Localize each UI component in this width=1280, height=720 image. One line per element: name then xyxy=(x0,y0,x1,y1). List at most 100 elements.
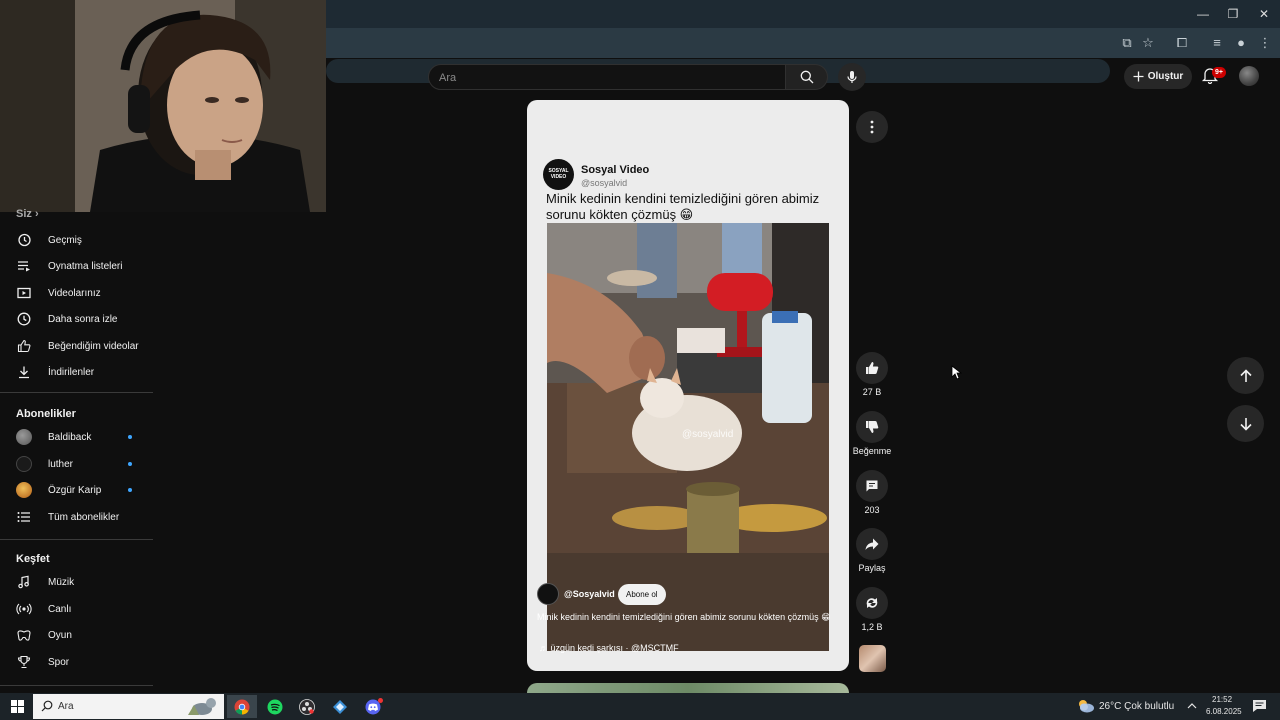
sidebar-item-your-videos[interactable]: Videolarınız xyxy=(0,280,153,306)
webcam-overlay xyxy=(0,0,326,212)
more-vert-icon xyxy=(870,120,874,134)
profile-icon[interactable]: ● xyxy=(1232,34,1250,52)
close-button[interactable]: ✕ xyxy=(1249,4,1279,24)
short-player[interactable]: SOSYAL VIDEO Sosyal Video @sosyalvid Min… xyxy=(527,100,849,671)
install-icon[interactable]: ⧉ xyxy=(1118,34,1136,52)
avatar xyxy=(16,456,32,472)
sidebar-sub-luther[interactable]: luther xyxy=(0,451,153,477)
post-logo: SOSYAL VIDEO xyxy=(543,159,574,190)
post-text: Minik kedinin kendini temizlediğini göre… xyxy=(546,191,820,222)
video-frame[interactable]: @sosyalvid xyxy=(547,223,829,651)
sidebar-item-sports[interactable]: Spor xyxy=(0,649,153,675)
new-content-dot xyxy=(128,435,132,439)
video-music[interactable]: ♬ üzgün kedi şarkısı · @MSCTMF xyxy=(539,643,679,653)
search-icon xyxy=(800,70,813,84)
taskbar-search-input[interactable] xyxy=(58,698,178,715)
chrome-app[interactable] xyxy=(227,695,257,718)
search-button[interactable] xyxy=(786,64,828,90)
subscribe-button[interactable]: Abone ol xyxy=(618,584,666,605)
clock-time[interactable]: 21:52 xyxy=(1212,695,1232,704)
mouse-cursor-icon xyxy=(951,365,962,380)
comment-icon xyxy=(866,480,878,492)
avatar[interactable] xyxy=(1239,66,1259,86)
playlists-icon xyxy=(16,258,32,274)
weather-cloudy-icon xyxy=(1079,700,1094,713)
sidebar-item-liked-videos[interactable]: Beğendiğim videolar xyxy=(0,333,153,359)
sidebar-item-label: Spor xyxy=(48,656,70,668)
search-highlight-icon xyxy=(188,698,216,715)
taskbar-search[interactable] xyxy=(33,694,224,719)
start-button[interactable] xyxy=(2,695,32,718)
restore-button[interactable]: ❐ xyxy=(1218,4,1248,24)
sidebar-item-playlists[interactable]: Oynatma listeleri xyxy=(0,253,153,279)
dislike-label: Beğenme xyxy=(852,446,892,456)
sidebar-item-label: Daha sonra izle xyxy=(48,313,118,325)
dislike-button[interactable] xyxy=(856,411,888,443)
you-section-heading[interactable]: Siz › xyxy=(16,208,39,220)
action-center-icon[interactable] xyxy=(1252,699,1267,713)
obs-app[interactable] xyxy=(292,695,322,718)
sidebar-item-history[interactable]: Geçmiş xyxy=(0,227,153,253)
sidebar-item-label: Oynatma listeleri xyxy=(48,260,123,272)
sidebar-sub-ozgur-karip[interactable]: Özgür Karip xyxy=(0,477,153,503)
sidebar-item-label: Canlı xyxy=(48,603,72,615)
sidebar-sub-baldiback[interactable]: Baldiback xyxy=(0,424,153,450)
voice-search-button[interactable] xyxy=(838,63,866,91)
create-button[interactable]: Oluştur xyxy=(1124,64,1192,89)
your-videos-icon xyxy=(16,285,32,301)
browser-menu-icon[interactable]: ⋮ xyxy=(1256,34,1274,52)
notification-badge: 9+ xyxy=(1212,67,1226,78)
video-watermark: @sosyalvid xyxy=(682,429,734,440)
sidebar-item-label: Beğendiğim videolar xyxy=(48,340,139,352)
sidebar-item-all-subscriptions[interactable]: Tüm abonelikler xyxy=(0,504,153,530)
thumbs-down-icon xyxy=(866,421,879,433)
share-button[interactable] xyxy=(856,528,888,560)
comments-button[interactable] xyxy=(856,470,888,502)
sidebar-divider xyxy=(0,685,153,686)
downloads-icon xyxy=(16,364,32,380)
chrome-icon xyxy=(234,699,250,714)
video-title: Minik kedinin kendini temizlediğini göre… xyxy=(537,612,831,622)
sidebar-item-live[interactable]: Canlı xyxy=(0,596,153,622)
subscriptions-heading: Abonelikler xyxy=(16,408,76,420)
minimize-button[interactable]: — xyxy=(1188,4,1218,24)
chevron-up-icon[interactable] xyxy=(1187,702,1197,710)
bookmark-star-icon[interactable]: ☆ xyxy=(1139,34,1157,52)
sidebar-item-gaming[interactable]: Oyun xyxy=(0,622,153,648)
share-label: Paylaş xyxy=(858,563,886,573)
create-label: Oluştur xyxy=(1147,71,1184,82)
clock-date[interactable]: 6.08.2025 xyxy=(1206,707,1242,716)
sidebar-item-music[interactable]: Müzik xyxy=(0,569,153,595)
like-button[interactable] xyxy=(856,352,888,384)
spotify-icon xyxy=(267,699,283,714)
more-options-button[interactable] xyxy=(856,111,888,143)
watch-later-icon xyxy=(16,311,32,327)
previous-short-button[interactable] xyxy=(1227,357,1264,394)
launcher-app[interactable] xyxy=(325,695,355,718)
media-control-icon[interactable]: ≡ xyxy=(1208,34,1226,52)
search-box xyxy=(428,64,786,90)
obs-icon xyxy=(299,698,315,715)
sidebar-item-watch-later[interactable]: Daha sonra izle xyxy=(0,306,153,332)
music-icon xyxy=(16,574,32,590)
spotify-app[interactable] xyxy=(260,695,290,718)
trophy-icon xyxy=(16,654,32,670)
live-icon xyxy=(16,601,32,617)
thumbs-up-icon xyxy=(866,362,879,374)
sidebar-item-label: luther xyxy=(48,458,74,470)
weather-text[interactable]: 26°C Çok bulutlu xyxy=(1099,701,1174,712)
remix-button[interactable] xyxy=(856,587,888,619)
channel-name[interactable]: @Sosyalvid xyxy=(564,589,615,599)
next-short-button[interactable] xyxy=(1227,405,1264,442)
remix-icon xyxy=(866,598,878,608)
post-author-name: Sosyal Video xyxy=(581,164,650,176)
discord-app[interactable] xyxy=(358,695,388,718)
sidebar-item-downloads[interactable]: İndirilenler xyxy=(0,359,153,385)
avatar[interactable] xyxy=(537,583,559,605)
sound-thumbnail[interactable] xyxy=(859,645,886,672)
search-input[interactable] xyxy=(439,69,769,87)
plus-icon xyxy=(1133,71,1144,82)
sidebar-divider xyxy=(0,539,153,540)
extensions-icon[interactable]: ⧠ xyxy=(1173,34,1191,52)
avatar xyxy=(16,482,32,498)
